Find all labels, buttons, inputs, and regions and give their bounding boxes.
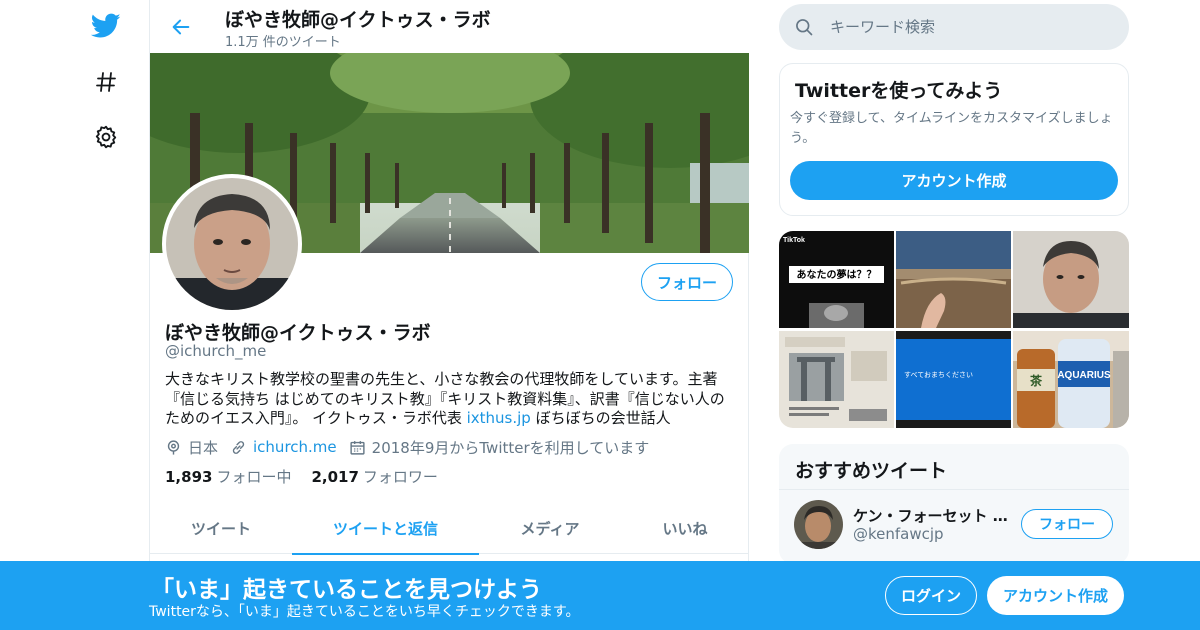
joined-text: 2018年9月からTwitterを利用しています xyxy=(371,438,650,457)
link-icon xyxy=(232,440,245,454)
login-button[interactable]: ログイン xyxy=(885,576,977,615)
location-pin-icon xyxy=(167,439,180,455)
recommended-tweets-card: おすすめツイート ケン・フォーセット Ken Fawcett @kenfawcj… xyxy=(779,444,1129,564)
media-grid: TikTok あなたの夢は？？ すべておまちください 茶 AQUARIUS xyxy=(779,231,1129,428)
following-link[interactable]: 1,893 フォロー中 xyxy=(165,466,291,487)
joined-item: 2018年9月からTwitterを利用しています xyxy=(349,437,650,458)
calendar-icon xyxy=(350,440,365,455)
followers-count: 2,017 xyxy=(311,468,359,486)
signup-card-title: Twitterを使ってみよう xyxy=(795,80,1003,102)
media-thumbnail-blue-screen[interactable]: すべておまちください xyxy=(896,331,1011,428)
signup-bottom-bar: 「いま」起きていることを見つけよう Twitterなら、「いま」起きていることを… xyxy=(0,561,1200,630)
profile-avatar[interactable] xyxy=(162,174,302,314)
twitter-logo-icon[interactable] xyxy=(86,6,126,46)
tweet-count: 1.1万 件のツイート xyxy=(225,35,341,50)
profile-name: ぼやき牧師@イクトゥス・ラボ xyxy=(165,322,431,344)
media-thumbnail-selfie[interactable] xyxy=(1013,231,1129,328)
location-item: 日本 xyxy=(165,437,218,458)
tiktok-label: TikTok xyxy=(783,237,805,244)
media-thumbnail-book[interactable] xyxy=(779,331,894,428)
hashtag-icon[interactable] xyxy=(86,62,126,102)
left-nav xyxy=(80,0,140,630)
recommended-user-name[interactable]: ケン・フォーセット Ken Fawcett xyxy=(853,505,1011,526)
signup-card-description: 今すぐ登録して、タイムラインをカスタマイズしましょう。 xyxy=(790,111,1113,146)
bottle-aquarius-label: AQUARIUS xyxy=(1057,370,1111,381)
bottle-tea-label: 茶 xyxy=(1029,373,1043,388)
tab-tweets[interactable]: ツイート xyxy=(150,502,292,554)
search-input[interactable] xyxy=(830,18,1110,36)
website-item[interactable]: ichurch.me xyxy=(230,438,337,456)
following-label: フォロー中 xyxy=(216,468,292,486)
followers-label: フォロワー xyxy=(362,468,438,486)
follow-button[interactable]: フォロー xyxy=(641,263,733,301)
profile-tabs: ツイート ツイートと返信 メディア いいね xyxy=(150,502,749,555)
recommended-user-avatar[interactable] xyxy=(794,500,843,549)
tab-tweets-and-replies[interactable]: ツイートと返信 xyxy=(292,502,479,555)
follow-stats: 1,893 フォロー中 2,017 フォロワー xyxy=(165,466,458,487)
profile-meta: 日本 ichurch.me 2018年9月からTwitterを利用しています xyxy=(165,436,661,458)
blue-screen-text: すべておまちください xyxy=(904,371,973,379)
media-thumbnail-tiktok[interactable]: TikTok あなたの夢は？？ xyxy=(779,231,894,328)
tab-likes[interactable]: いいね xyxy=(621,502,749,554)
header-title: ぼやき牧師@イクトゥス・ラボ xyxy=(225,9,491,31)
profile-header-bar: ぼやき牧師@イクトゥス・ラボ 1.1万 件のツイート xyxy=(150,0,749,53)
website-link[interactable]: ichurch.me xyxy=(253,438,337,456)
tiktok-caption: あなたの夢は？？ xyxy=(797,268,877,281)
bio-link[interactable]: ixthus.jp xyxy=(467,409,531,427)
bottom-bar-subtitle: Twitterなら、「いま」起きていることをいち早くチェックできます。 xyxy=(149,604,580,620)
profile-column: ぼやき牧師@イクトゥス・ラボ 1.1万 件のツイート フォロー ぼやき牧師@イク… xyxy=(149,0,749,630)
following-count: 1,893 xyxy=(165,468,213,486)
followers-link[interactable]: 2,017 フォロワー xyxy=(311,466,437,487)
create-account-button[interactable]: アカウント作成 xyxy=(790,161,1118,200)
recommended-follow-button[interactable]: フォロー xyxy=(1021,509,1113,539)
media-thumbnail-bag[interactable] xyxy=(896,231,1011,328)
signup-card: Twitterを使ってみよう 今すぐ登録して、タイムラインをカスタマイズしましょ… xyxy=(779,63,1129,216)
profile-handle: @ichurch_me xyxy=(165,342,267,360)
recommended-user-handle: @kenfawcjp xyxy=(853,525,944,543)
tab-media[interactable]: メディア xyxy=(479,502,621,554)
location-text: 日本 xyxy=(188,438,219,457)
bottom-bar-title: 「いま」起きていることを見つけよう xyxy=(151,577,542,603)
divider xyxy=(779,489,1129,490)
search-icon xyxy=(796,19,813,36)
bottom-create-account-button[interactable]: アカウント作成 xyxy=(987,576,1124,615)
back-arrow-icon[interactable] xyxy=(166,12,196,42)
gear-icon[interactable] xyxy=(86,117,126,157)
search-box xyxy=(779,4,1129,50)
media-thumbnail-bottles[interactable]: 茶 AQUARIUS xyxy=(1013,331,1129,428)
recommended-title: おすすめツイート xyxy=(795,460,948,482)
bio-tail: ぼちぼちの会世話人 xyxy=(530,409,671,427)
profile-bio: 大きなキリスト教学校の聖書の先生と、小さな教会の代理牧師をしています。主著『信じ… xyxy=(165,370,735,429)
